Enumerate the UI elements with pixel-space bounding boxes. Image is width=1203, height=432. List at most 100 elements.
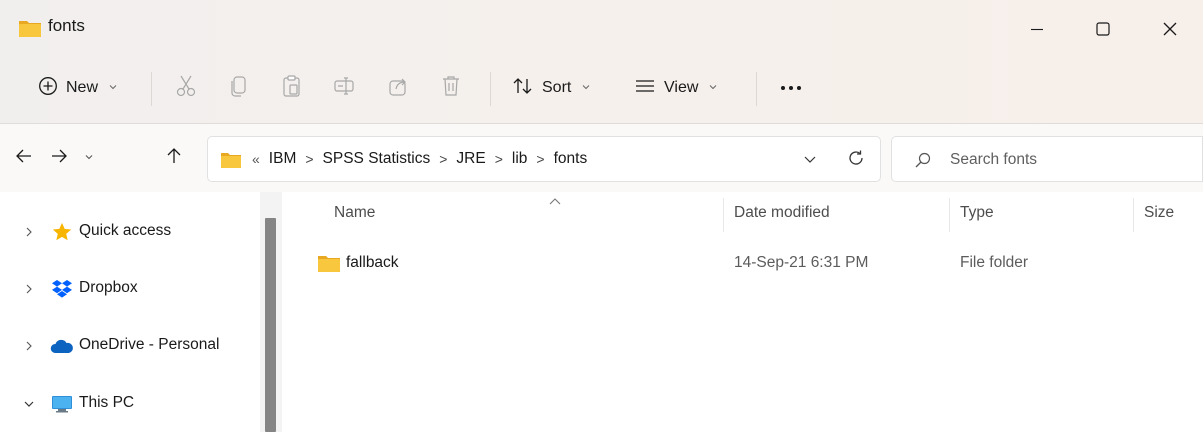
paste-icon (281, 74, 303, 103)
paste-button[interactable] (277, 71, 307, 105)
nav-scrollbar-thumb[interactable] (265, 218, 276, 432)
folder-icon (18, 18, 42, 38)
star-icon (50, 222, 74, 242)
close-icon (1162, 21, 1178, 37)
chevron-down-icon (84, 149, 94, 167)
up-button[interactable] (160, 144, 188, 172)
address-history-button[interactable] (799, 150, 821, 170)
column-header-type[interactable]: Type (960, 204, 994, 222)
nav-item-onedrive[interactable]: OneDrive - Personal (0, 326, 260, 366)
recent-locations-button[interactable] (79, 144, 99, 172)
chevron-down-icon (108, 82, 118, 95)
chevron-right-icon[interactable] (22, 281, 36, 297)
search-box (891, 136, 1203, 182)
file-explorer-window: fonts New Sort View « IBM > SPSS Statist… (0, 0, 1203, 432)
chevron-right-icon[interactable] (22, 338, 36, 354)
sort-icon (512, 76, 534, 101)
folder-icon (220, 151, 242, 169)
nav-item-this-pc[interactable]: This PC (0, 384, 260, 424)
breadcrumb-separator[interactable]: > (536, 151, 544, 167)
nav-item-label: Dropbox (79, 279, 138, 296)
file-type: File folder (960, 254, 1029, 271)
breadcrumb-separator[interactable]: > (495, 151, 503, 167)
share-icon (387, 74, 409, 103)
dropbox-icon (50, 279, 74, 299)
column-header-name[interactable]: Name (334, 204, 375, 222)
nav-item-quick-access[interactable]: Quick access (0, 212, 260, 252)
refresh-button[interactable] (844, 148, 868, 172)
minimize-icon (1030, 22, 1044, 36)
nav-item-label: Quick access (79, 222, 172, 239)
column-divider[interactable] (723, 198, 724, 232)
breadcrumb-separator[interactable]: > (439, 151, 447, 167)
share-button[interactable] (383, 71, 413, 105)
chevron-down-icon (581, 82, 591, 95)
more-options-button[interactable] (771, 71, 811, 105)
sort-label: Sort (542, 79, 572, 96)
arrow-up-icon (166, 147, 182, 170)
main-content: Quick access Dropbox OneDrive - Personal (0, 192, 1203, 432)
plus-circle-icon (38, 76, 58, 101)
column-divider[interactable] (949, 198, 950, 232)
maximize-icon (1096, 22, 1110, 36)
new-button[interactable]: New (38, 68, 118, 108)
window-title: fonts (48, 16, 85, 35)
cut-icon (175, 74, 197, 103)
breadcrumb-item[interactable]: SPSS Statistics (323, 150, 431, 168)
rename-button[interactable] (329, 71, 359, 105)
folder-icon (317, 253, 341, 273)
sort-button[interactable]: Sort (512, 68, 591, 108)
breadcrumb-item[interactable]: lib (512, 150, 528, 168)
nav-item-label: This PC (79, 394, 135, 411)
file-row[interactable]: fallback 14-Sep-21 6:31 PM File folder (302, 248, 1182, 278)
chevron-down-icon[interactable] (22, 396, 36, 412)
breadcrumb-overflow[interactable]: « (252, 151, 260, 167)
file-list: Name Date modified Type Size fallback 14… (282, 192, 1203, 432)
nav-item-label: OneDrive - Personal (79, 336, 220, 353)
navigation-pane: Quick access Dropbox OneDrive - Personal (0, 192, 282, 432)
file-date-modified: 14-Sep-21 6:31 PM (734, 254, 869, 271)
onedrive-cloud-icon (50, 336, 74, 356)
sort-ascending-icon (548, 194, 562, 205)
breadcrumb-separator[interactable]: > (305, 151, 313, 167)
chevron-down-icon (803, 151, 817, 169)
view-icon (634, 76, 656, 101)
toolbar-separator (756, 72, 757, 106)
computer-icon (50, 394, 74, 414)
toolbar-separator (490, 72, 491, 106)
command-bar: New Sort View (0, 58, 1203, 123)
delete-button[interactable] (436, 71, 466, 105)
copy-button[interactable] (224, 71, 254, 105)
new-label: New (66, 79, 99, 96)
cut-button[interactable] (171, 71, 201, 105)
view-button[interactable]: View (634, 68, 718, 108)
chevron-right-icon[interactable] (22, 224, 36, 240)
column-divider[interactable] (1133, 198, 1134, 232)
maximize-button[interactable] (1070, 0, 1136, 58)
title-bar: fonts (0, 0, 1203, 58)
nav-item-dropbox[interactable]: Dropbox (0, 269, 260, 309)
toolbar-separator (151, 72, 152, 106)
view-label: View (664, 79, 699, 96)
breadcrumb-item[interactable]: JRE (456, 150, 485, 168)
breadcrumb: « IBM > SPSS Statistics > JRE > lib > fo… (252, 150, 587, 168)
delete-icon (440, 74, 462, 103)
breadcrumb-item[interactable]: IBM (269, 150, 297, 168)
column-header-date-modified[interactable]: Date modified (734, 204, 830, 222)
search-icon (914, 151, 932, 169)
minimize-button[interactable] (1004, 0, 1070, 58)
arrow-right-icon (50, 148, 68, 169)
arrow-left-icon (15, 148, 33, 169)
back-button[interactable] (10, 144, 38, 172)
file-name: fallback (346, 254, 399, 271)
refresh-icon (847, 149, 865, 172)
forward-button[interactable] (45, 144, 73, 172)
breadcrumb-item[interactable]: fonts (554, 150, 588, 168)
address-bar[interactable]: « IBM > SPSS Statistics > JRE > lib > fo… (207, 136, 881, 182)
copy-icon (228, 74, 250, 103)
column-header-size[interactable]: Size (1144, 204, 1174, 222)
search-input[interactable] (950, 148, 1190, 172)
more-icon (779, 79, 803, 97)
close-button[interactable] (1137, 0, 1203, 58)
address-row: « IBM > SPSS Statistics > JRE > lib > fo… (0, 124, 1203, 192)
